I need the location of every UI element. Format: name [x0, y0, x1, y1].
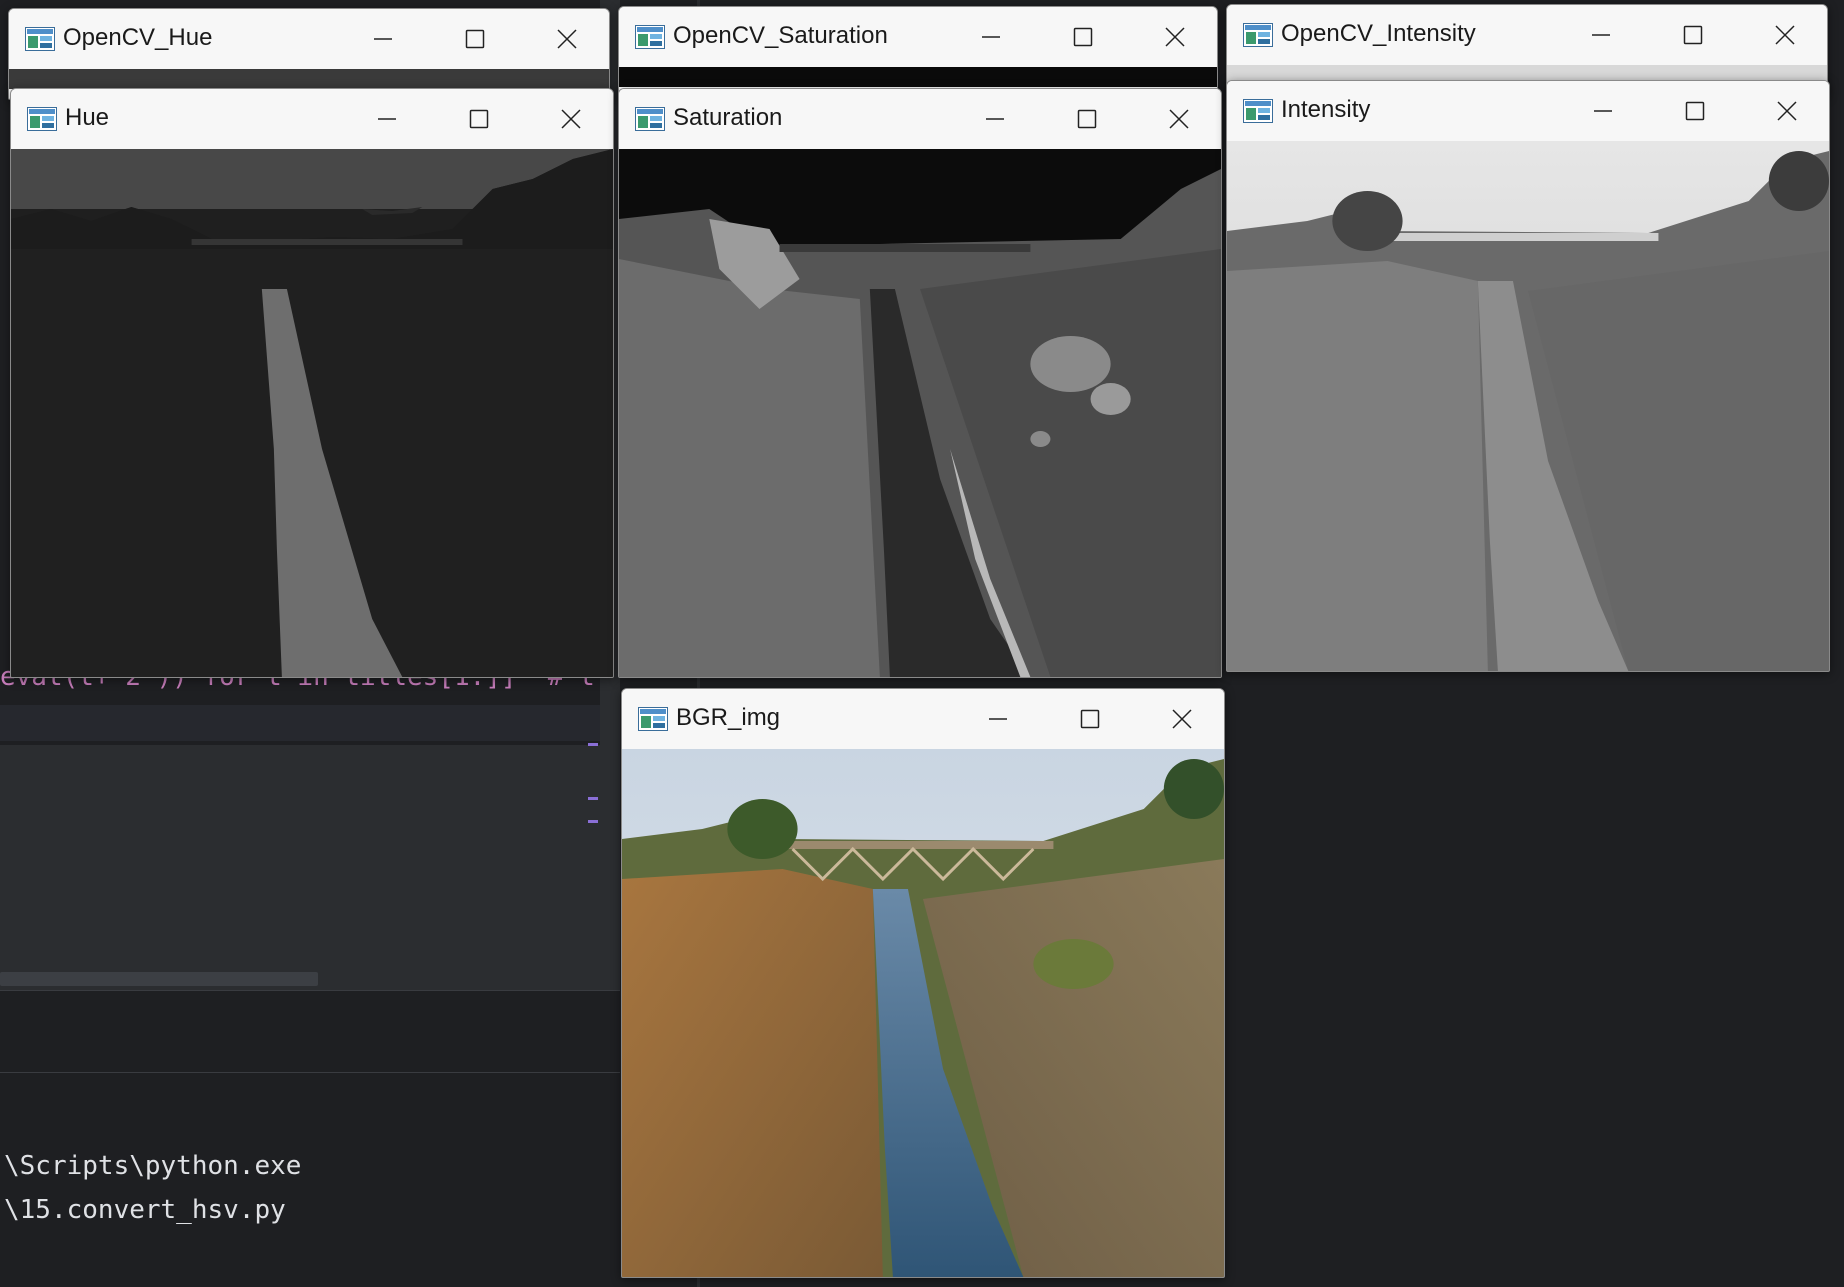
change-marker [588, 820, 598, 823]
close-icon [1165, 27, 1185, 47]
window-title: Intensity [1281, 96, 1371, 123]
maximize-button[interactable] [1671, 15, 1715, 55]
horizontal-scrollbar[interactable] [0, 972, 318, 986]
window-opencv-saturation[interactable]: OpenCV_Saturation [618, 6, 1218, 100]
caret-line-highlight [0, 705, 600, 741]
close-button[interactable] [1765, 91, 1809, 131]
minimize-icon [985, 109, 1005, 129]
window-titlebar[interactable]: Hue [11, 89, 613, 149]
image-area [9, 69, 609, 89]
window-titlebar[interactable]: OpenCV_Intensity [1227, 5, 1827, 65]
panel-divider [0, 1072, 620, 1073]
window-opencv-hue[interactable]: OpenCV_Hue [8, 8, 610, 100]
window-titlebar[interactable]: OpenCV_Saturation [619, 7, 1217, 67]
minimize-icon [1593, 101, 1613, 121]
window-titlebar[interactable]: BGR_img [622, 689, 1224, 749]
minimize-icon [373, 29, 393, 49]
window-intensity[interactable]: Intensity [1226, 80, 1830, 672]
minimize-icon [1591, 25, 1611, 45]
minimize-icon [988, 709, 1008, 729]
minimize-button[interactable] [361, 19, 405, 59]
opencv-window-icon [1243, 99, 1273, 123]
close-button[interactable] [1157, 99, 1201, 139]
change-marker [588, 743, 598, 746]
maximize-icon [1077, 109, 1097, 129]
close-button[interactable] [1153, 17, 1197, 57]
maximize-icon [1683, 25, 1703, 45]
window-titlebar[interactable]: OpenCV_Hue [9, 9, 609, 69]
maximize-icon [1080, 709, 1100, 729]
close-button[interactable] [1160, 699, 1204, 739]
window-title: Hue [65, 104, 110, 131]
minimize-icon [981, 27, 1001, 47]
window-hue[interactable]: Hue [10, 88, 614, 678]
opencv-window-icon [635, 107, 665, 131]
opencv-window-icon [638, 707, 668, 731]
window-titlebar[interactable]: Intensity [1227, 81, 1829, 141]
terminal-line: \15.convert_hsv.py [4, 1195, 286, 1225]
maximize-button[interactable] [1061, 17, 1105, 57]
minimize-button[interactable] [969, 17, 1013, 57]
maximize-icon [465, 29, 485, 49]
close-button[interactable] [545, 19, 589, 59]
close-icon [1775, 25, 1795, 45]
window-title: OpenCV_Hue [63, 24, 213, 51]
window-title: OpenCV_Intensity [1281, 20, 1476, 47]
maximize-icon [469, 109, 489, 129]
minimize-button[interactable] [973, 99, 1017, 139]
close-icon [1777, 101, 1797, 121]
bgr-image [622, 749, 1224, 1277]
close-icon [561, 109, 581, 129]
minimize-button[interactable] [365, 99, 409, 139]
saturation-image [619, 149, 1221, 677]
close-button[interactable] [549, 99, 593, 139]
window-titlebar[interactable]: Saturation [619, 89, 1221, 149]
maximize-icon [1685, 101, 1705, 121]
opencv-window-icon [25, 27, 55, 51]
opencv-window-icon [635, 25, 665, 49]
minimize-button[interactable] [976, 699, 1020, 739]
terminal-line: \Scripts\python.exe [4, 1151, 302, 1181]
window-saturation[interactable]: Saturation [618, 88, 1222, 678]
opencv-window-icon [1243, 23, 1273, 47]
maximize-button[interactable] [1068, 699, 1112, 739]
minimize-button[interactable] [1579, 15, 1623, 55]
maximize-icon [1073, 27, 1093, 47]
maximize-button[interactable] [457, 99, 501, 139]
close-icon [1172, 709, 1192, 729]
maximize-button[interactable] [453, 19, 497, 59]
opencv-window-icon [27, 107, 57, 131]
window-title: BGR_img [676, 704, 781, 731]
minimize-button[interactable] [1581, 91, 1625, 131]
hue-image [11, 149, 613, 677]
change-marker [588, 797, 598, 800]
window-title: Saturation [673, 104, 783, 131]
window-bgr-img[interactable]: BGR_img [621, 688, 1225, 1278]
image-area [619, 67, 1217, 87]
close-icon [557, 29, 577, 49]
panel-divider [0, 990, 620, 991]
minimize-icon [377, 109, 397, 129]
maximize-button[interactable] [1065, 99, 1109, 139]
close-button[interactable] [1763, 15, 1807, 55]
window-title: OpenCV_Saturation [673, 22, 888, 49]
terminal-panel[interactable]: \Scripts\python.exe \15.convert_hsv.py [0, 1075, 620, 1287]
close-icon [1169, 109, 1189, 129]
maximize-button[interactable] [1673, 91, 1717, 131]
intensity-image [1227, 141, 1829, 671]
